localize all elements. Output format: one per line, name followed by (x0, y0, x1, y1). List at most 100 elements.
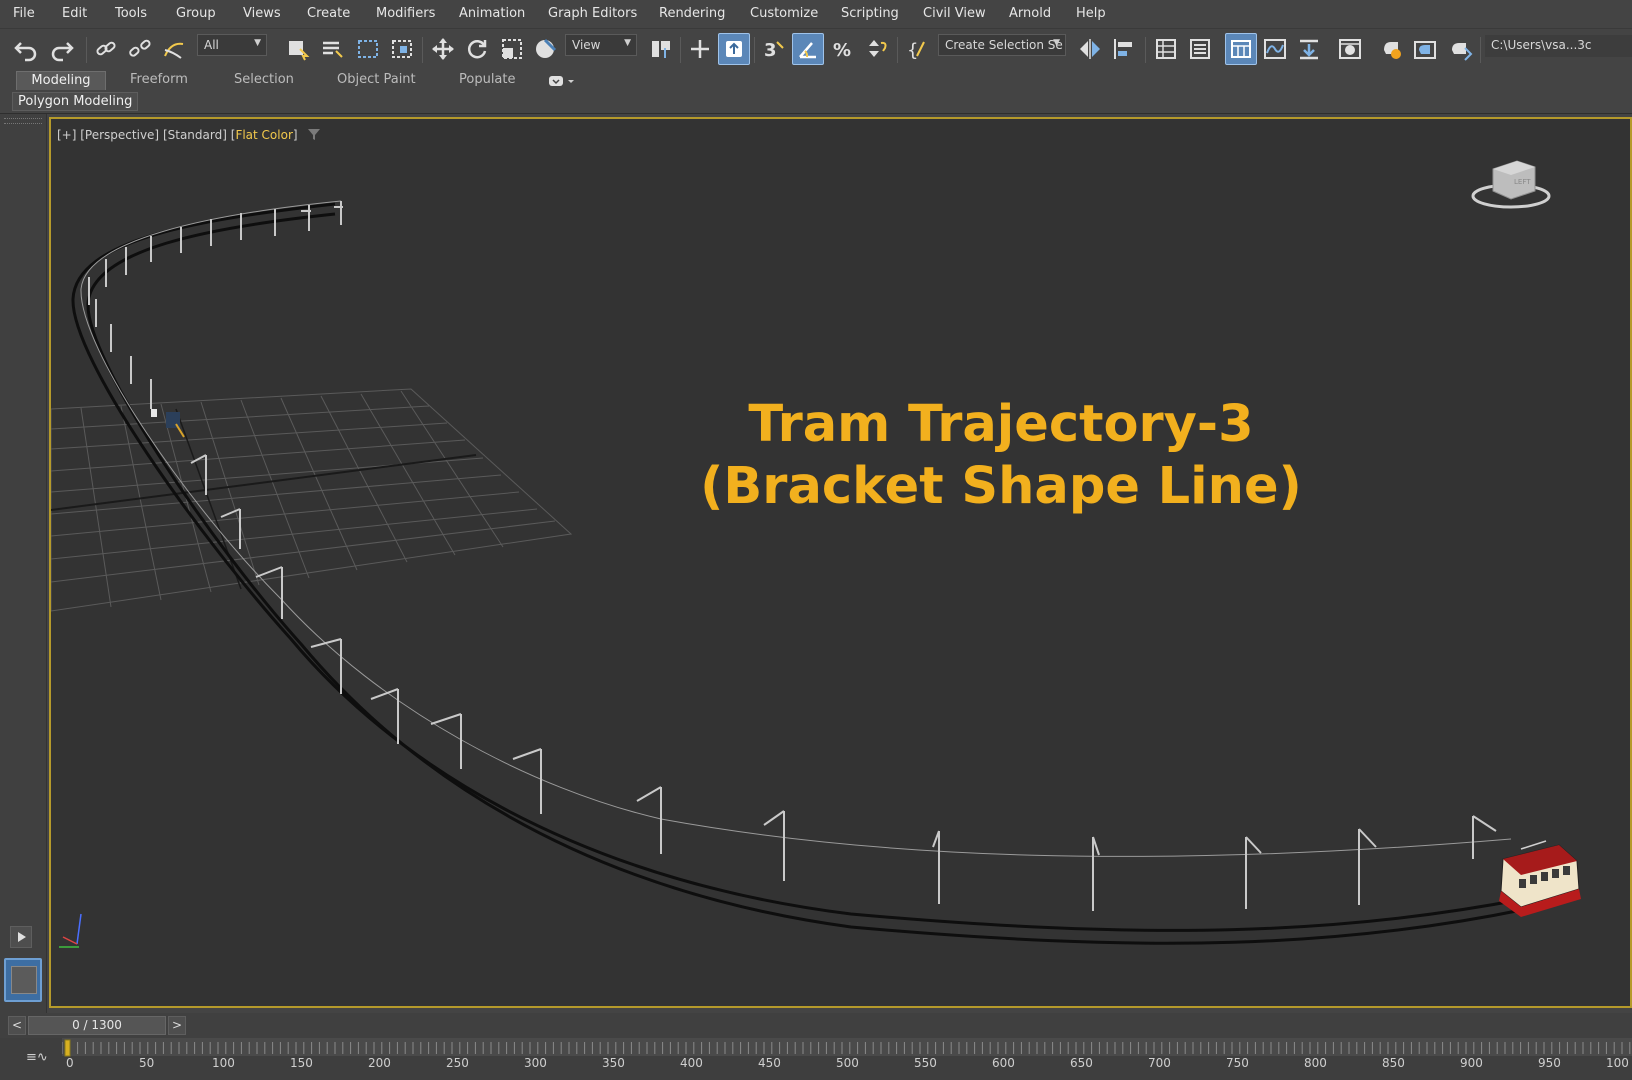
menu-create[interactable]: Create (307, 6, 350, 21)
bind-spacewarp-icon[interactable] (158, 33, 190, 65)
rotate-icon[interactable] (461, 33, 493, 65)
snap-3d-icon[interactable]: 3 (758, 33, 790, 65)
redo-icon[interactable] (46, 33, 78, 65)
axis-tripod-icon (59, 913, 82, 948)
menu-views[interactable]: Views (243, 6, 281, 21)
select-manipulate-icon[interactable] (684, 33, 716, 65)
track-tick-label: 950 (1538, 1056, 1561, 1070)
tab-modeling[interactable]: Modeling (16, 71, 106, 90)
render-setup-icon[interactable] (1375, 33, 1407, 65)
menu-arnold[interactable]: Arnold (1009, 6, 1051, 21)
rectangular-selection-icon[interactable] (352, 33, 384, 65)
selection-filter-dropdown[interactable]: All ▼ (197, 34, 267, 56)
move-icon[interactable] (427, 33, 459, 65)
track-tick-label: 700 (1148, 1056, 1171, 1070)
menu-scripting[interactable]: Scripting (841, 6, 899, 21)
menu-edit[interactable]: Edit (62, 6, 87, 21)
select-object-icon[interactable] (282, 33, 314, 65)
perspective-viewport[interactable]: [+] [Perspective] [Standard] [Flat Color… (49, 117, 1632, 1008)
track-tick-label: 250 (446, 1056, 469, 1070)
layer-explorer-icon[interactable] (1184, 33, 1216, 65)
track-tick-label: 350 (602, 1056, 625, 1070)
menu-modifiers[interactable]: Modifiers (376, 6, 435, 21)
toggle-ribbon-icon[interactable] (1225, 33, 1257, 65)
catenary-poles (88, 201, 1497, 911)
menu-rendering[interactable]: Rendering (659, 6, 725, 21)
track-tick-label: 750 (1226, 1056, 1249, 1070)
track-tick-label: 100 (1606, 1056, 1629, 1070)
named-selection-set-value: Create Selection Se (945, 38, 1063, 52)
polygon-modeling-panel[interactable]: Polygon Modeling (12, 92, 139, 111)
window-crossing-icon[interactable] (386, 33, 418, 65)
track-tick-label: 650 (1070, 1056, 1093, 1070)
toolbar-separator (86, 37, 87, 63)
selection-filter-value: All (204, 38, 219, 52)
chevron-down-icon: ▼ (1053, 38, 1060, 48)
menu-civil-view[interactable]: Civil View (923, 6, 986, 21)
reference-coordinate-dropdown[interactable]: View ▼ (565, 34, 637, 56)
project-path-field[interactable]: C:\Users\vsa...3c (1485, 35, 1632, 57)
spinner-snap-icon[interactable] (861, 33, 893, 65)
curve-editor-toggle-icon[interactable]: ≡∿ (26, 1050, 48, 1065)
scale-icon[interactable] (496, 33, 528, 65)
schematic-view-icon[interactable] (1293, 33, 1325, 65)
catenary-wire (80, 200, 1512, 857)
tab-freeform[interactable]: Freeform (120, 71, 198, 90)
chevron-down-icon: ▼ (254, 38, 261, 48)
svg-text:{: { (907, 40, 918, 61)
previous-frame-button[interactable]: < (8, 1016, 26, 1035)
track-tick-label: 600 (992, 1056, 1015, 1070)
link-icon[interactable] (90, 33, 122, 65)
menu-animation[interactable]: Animation (459, 6, 525, 21)
unlink-icon[interactable] (124, 33, 156, 65)
track-bar[interactable]: ≡∿ 0 50 100 150 200 250 300 350 400 450 … (0, 1038, 1632, 1080)
svg-text:3: 3 (764, 40, 777, 61)
ribbon-options-icon[interactable] (548, 73, 578, 92)
curve-editor-icon[interactable] (1259, 33, 1291, 65)
angle-snap-icon[interactable] (792, 33, 824, 65)
named-selection-set-dropdown[interactable]: Create Selection Se ▼ (938, 34, 1066, 56)
menu-file[interactable]: File (13, 6, 35, 21)
track-tick-label: 900 (1460, 1056, 1483, 1070)
percent-snap-icon[interactable]: % (827, 33, 859, 65)
rendered-frame-window-icon[interactable] (1409, 33, 1441, 65)
menu-customize[interactable]: Customize (750, 6, 818, 21)
ribbon-tab-bar: Modeling Freeform Selection Object Paint… (0, 69, 1632, 91)
scene-explorer-icon[interactable] (1150, 33, 1182, 65)
place-icon[interactable] (530, 33, 562, 65)
select-by-name-icon[interactable] (316, 33, 348, 65)
toolbar-separator (1480, 37, 1481, 63)
mirror-icon[interactable] (1074, 33, 1106, 65)
time-slider-thumb[interactable]: 0 / 1300 (28, 1016, 166, 1035)
play-icon[interactable] (10, 926, 32, 948)
track-tick-label: 450 (758, 1056, 781, 1070)
render-production-icon[interactable] (1444, 33, 1476, 65)
menu-group[interactable]: Group (176, 6, 216, 21)
track-tick-label: 800 (1304, 1056, 1327, 1070)
viewport-layout-button[interactable] (4, 958, 42, 1002)
viewport-layout-icon (11, 966, 37, 994)
time-slider: < 0 / 1300 > (0, 1013, 1632, 1038)
track-tick-label: 550 (914, 1056, 937, 1070)
reference-coordinate-value: View (572, 38, 601, 52)
next-frame-button[interactable]: > (168, 1016, 186, 1035)
align-icon[interactable] (1108, 33, 1140, 65)
toolbar-separator (754, 37, 755, 63)
undo-icon[interactable] (10, 33, 42, 65)
main-toolbar: All ▼ View ▼ 3 % {Create Selection Se ▼… (0, 29, 1632, 70)
overlay-title: Tram Trajectory-3 (Bracket Shape Line) (591, 394, 1411, 518)
keyboard-shortcut-override-icon[interactable] (718, 33, 750, 65)
drag-handle[interactable] (4, 118, 42, 124)
edit-named-selection-icon[interactable]: { (901, 33, 933, 65)
track-tick-label: 200 (368, 1056, 391, 1070)
toolbar-separator (422, 37, 423, 63)
menu-tools[interactable]: Tools (115, 6, 147, 21)
pivot-center-icon[interactable] (645, 33, 677, 65)
menu-graph-editors[interactable]: Graph Editors (548, 6, 637, 21)
tab-selection[interactable]: Selection (224, 71, 304, 90)
tab-populate[interactable]: Populate (449, 71, 526, 90)
tab-object-paint[interactable]: Object Paint (327, 71, 426, 90)
material-editor-icon[interactable] (1334, 33, 1366, 65)
menu-help[interactable]: Help (1076, 6, 1106, 21)
track-tick-label: 0 (66, 1056, 74, 1070)
